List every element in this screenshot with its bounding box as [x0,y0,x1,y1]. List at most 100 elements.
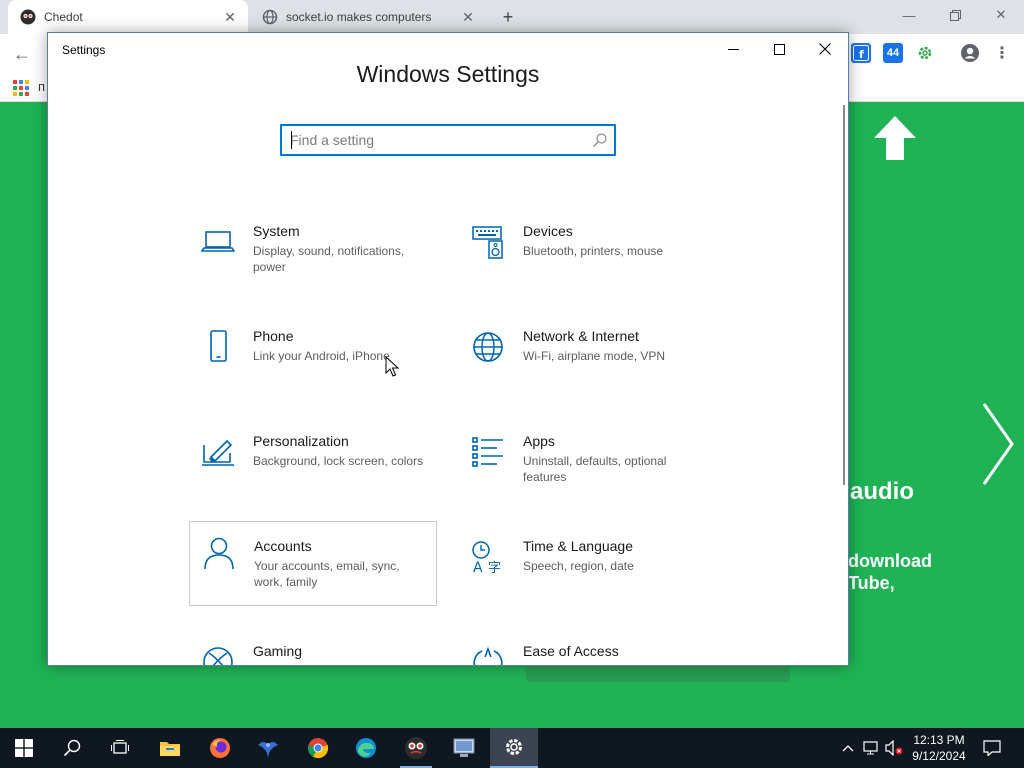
ease-of-access-icon [473,646,503,665]
bird-app-icon [258,742,278,758]
settings-window: Settings Windows Settings System Display… [47,32,849,666]
chrome-icon [307,738,329,759]
edge-button[interactable] [342,728,390,768]
tile-title: Ease of Access [523,643,619,659]
page-subtext-line: Tube, [848,573,895,593]
tile-title: Apps [523,433,555,449]
task-view-button[interactable] [96,728,144,768]
search-input[interactable] [290,130,580,150]
window-title: Settings [62,43,106,57]
tile-title: System [253,223,300,239]
search-taskbar-button[interactable] [48,728,96,768]
tile-time-language[interactable]: A 字 Time & Language Speech, region, date [459,536,707,620]
phone-icon [210,330,227,362]
carousel-next-icon[interactable] [980,402,1016,486]
network-tray-icon[interactable] [861,738,881,758]
tile-gaming[interactable]: Gaming [189,641,437,665]
system-clock[interactable]: 12:13 PM 9/12/2024 [904,732,974,764]
computer-app-button[interactable] [440,728,488,768]
apps-grid-icon[interactable] [13,80,29,96]
keyboard-speaker-icon [472,226,503,259]
tile-description: Wi-Fi, airplane mode, VPN [523,349,666,363]
tile-phone[interactable]: Phone Link your Android, iPhone [189,326,437,410]
tile-description: Link your Android, iPhone [253,349,390,363]
tile-title: Network & Internet [523,328,639,344]
firefox-icon [210,738,230,758]
gear-extension-icon[interactable] [915,43,935,63]
volume-muted-icon[interactable] [884,738,904,758]
tray-overflow-chevron-icon[interactable] [838,738,858,758]
scrollbar[interactable] [843,105,845,485]
tile-accounts[interactable]: Accounts Your accounts, email, sync, wor… [189,521,437,606]
profile-avatar-icon[interactable] [960,43,980,63]
browser-menu-icon[interactable]: ⋮ [992,43,1012,63]
computer-app-icon [453,738,475,757]
tile-title: Personalization [253,433,349,449]
chedot-icon [405,737,427,759]
tab-title: Chedot [44,10,83,24]
bird-app-button[interactable] [244,728,292,768]
tile-title: Gaming [253,643,303,659]
laptop-icon [201,231,235,252]
firefox-button[interactable] [196,728,244,768]
text-caret [291,131,292,149]
back-arrow-icon[interactable]: ← [10,42,34,66]
new-tab-button[interactable]: + [496,5,520,29]
edge-icon [356,738,376,758]
tile-system[interactable]: System Display, sound, notifications, po… [189,221,437,305]
globe-favicon-icon [262,9,278,25]
apps-list-icon [472,437,503,467]
chedot-favicon-icon [20,9,36,25]
page-subtext-line: download [848,551,932,571]
browser-close-icon[interactable]: ✕ [978,0,1024,30]
tile-network[interactable]: Network & Internet Wi-Fi, airplane mode,… [459,326,707,410]
chedot-taskbar-button[interactable] [392,728,440,768]
page-title: Windows Settings [356,61,540,87]
start-button[interactable] [0,728,48,768]
tile-description: Your accounts, email, sync, work, family [254,559,400,589]
search-icon [63,739,81,757]
file-explorer-button[interactable] [146,728,194,768]
facebook-extension-icon[interactable]: f [851,43,871,63]
scroll-up-arrow-icon[interactable] [874,116,916,160]
chrome-button[interactable] [294,728,342,768]
folder-icon [160,742,180,756]
tile-title: Time & Language [523,538,633,554]
tab-strip: Chedot ✕ socket.io makes computers ✕ + —… [0,0,1024,34]
mouse-cursor-icon [385,356,399,377]
browser-minimize-icon[interactable]: — [886,0,932,30]
settings-taskbar-button[interactable] [490,728,538,768]
time-language-icon: A 字 [472,541,501,574]
badge-extension-icon[interactable]: 44 [883,43,903,63]
tile-description: Uninstall, defaults, optional features [523,454,667,484]
tab-close-icon[interactable]: ✕ [218,5,242,29]
tile-personalization[interactable]: Personalization Background, lock screen,… [189,431,437,515]
page-subtext: download Tube, [848,550,932,594]
search-icon [593,133,607,147]
globe-icon [473,332,503,362]
tile-title: Phone [253,328,294,344]
windows-logo-icon [15,739,33,757]
tile-devices[interactable]: Devices Bluetooth, printers, mouse [459,221,707,305]
tile-apps[interactable]: Apps Uninstall, defaults, optional featu… [459,431,707,515]
search-box[interactable] [280,124,616,156]
tile-description: Speech, region, date [523,559,634,573]
paint-icon [202,439,234,466]
notification-center-icon[interactable] [982,738,1002,758]
tab-socketio[interactable]: socket.io makes computers ✕ [250,0,486,34]
svg-text:字: 字 [488,561,501,574]
taskbar: 12:13 PM 9/12/2024 [0,728,1024,768]
tab-close-icon[interactable]: ✕ [456,5,480,29]
svg-text:f: f [859,48,864,61]
gear-icon [506,739,522,755]
bookmark-item[interactable]: п [38,79,45,94]
browser-restore-icon[interactable] [932,0,978,30]
clock-time: 12:13 PM [913,733,965,747]
tile-description: Bluetooth, printers, mouse [523,244,664,258]
xbox-icon [203,647,233,665]
task-view-icon [111,740,129,754]
tile-title: Devices [523,223,573,239]
tab-chedot[interactable]: Chedot ✕ [8,0,248,34]
tab-title: socket.io makes computers [286,10,432,24]
tile-ease-of-access[interactable]: Ease of Access [459,641,707,665]
